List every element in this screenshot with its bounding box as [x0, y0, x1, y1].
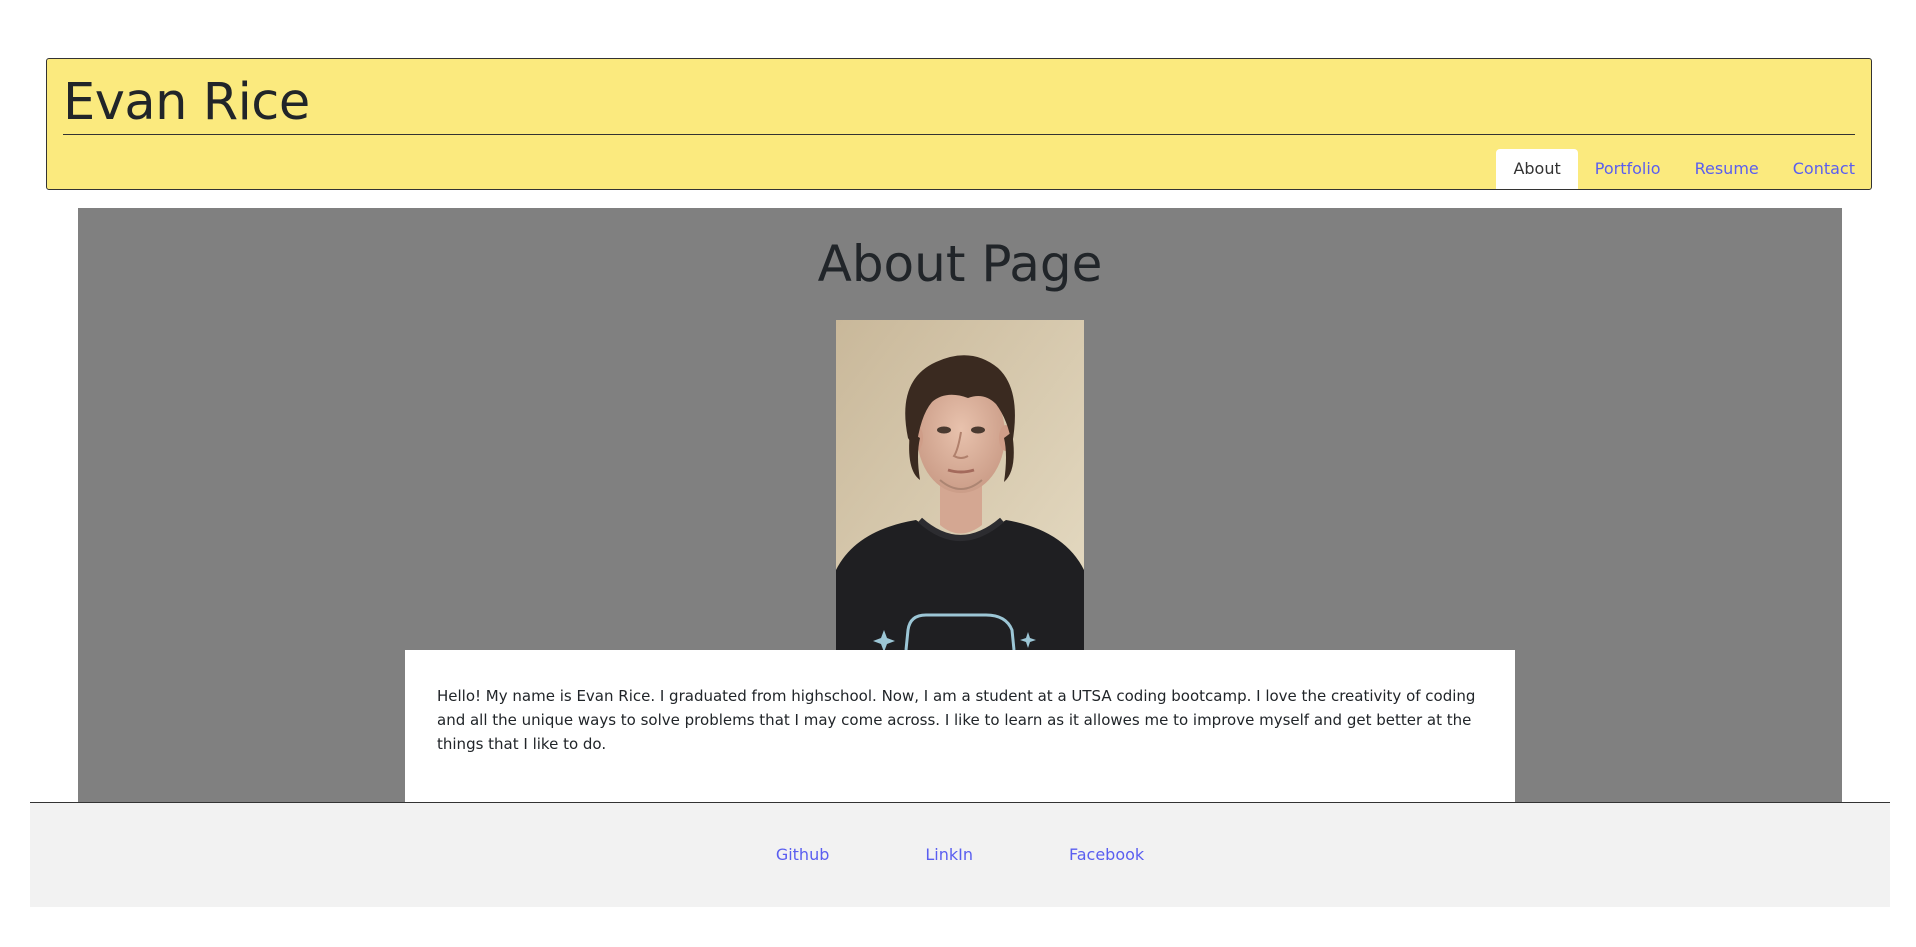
profile-photo	[836, 320, 1084, 650]
bio-text: Hello! My name is Evan Rice. I graduated…	[437, 687, 1476, 753]
nav-contact[interactable]: Contact	[1776, 149, 1855, 189]
about-section: About Page Hello! My name is Evan Rice. …	[78, 208, 1842, 802]
facebook-link[interactable]: Facebook	[1021, 843, 1192, 867]
nav-about[interactable]: About	[1496, 149, 1578, 189]
footer-links: Github LinkIn Facebook	[30, 843, 1890, 867]
page-heading: About Page	[817, 235, 1103, 293]
nav-resume[interactable]: Resume	[1678, 149, 1776, 189]
site-title: Evan Rice	[63, 73, 1855, 135]
linkedin-link[interactable]: LinkIn	[877, 843, 1021, 867]
site-footer: Github LinkIn Facebook	[30, 802, 1890, 907]
site-header: Evan Rice About Portfolio Resume Contact	[46, 58, 1872, 190]
nav-portfolio[interactable]: Portfolio	[1578, 149, 1678, 189]
bio-card: Hello! My name is Evan Rice. I graduated…	[405, 650, 1515, 802]
github-link[interactable]: Github	[728, 843, 878, 867]
main-nav: About Portfolio Resume Contact	[1496, 147, 1855, 189]
